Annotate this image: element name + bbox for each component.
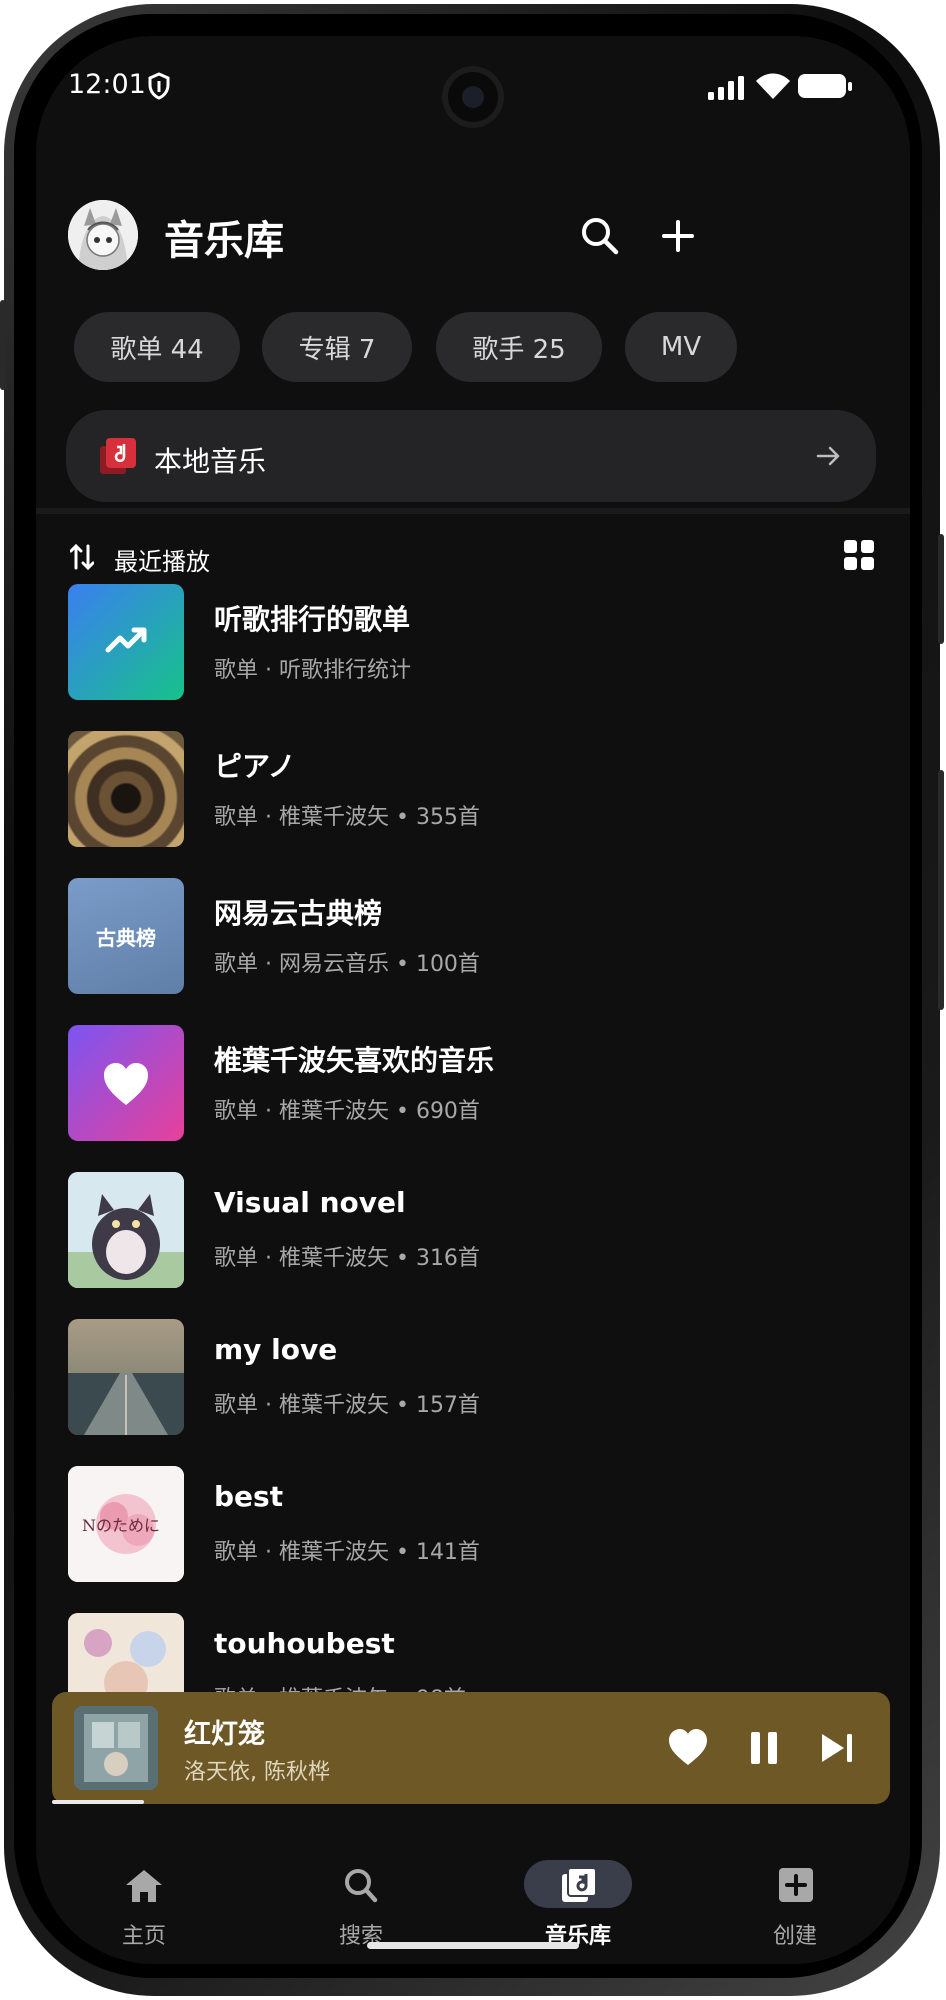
playlist-title: 网易云古典榜 (214, 897, 383, 930)
playlist-title: ピアノ (214, 750, 296, 783)
status-bar: 12:01 (36, 36, 910, 156)
list-item[interactable]: 古典榜 网易云古典榜 歌单 · 网易云音乐 • 100首 (36, 878, 910, 1025)
nav-label: 主页 (121, 1924, 166, 1949)
classic-chart-cover: 古典榜 (68, 878, 184, 994)
wifi-icon (756, 73, 790, 99)
user-avatar[interactable] (68, 200, 138, 270)
library-music-icon (562, 1867, 597, 1902)
local-music-icon (100, 438, 136, 474)
pause-icon[interactable] (742, 1726, 786, 1770)
playlist-subtitle: 歌单 · 网易云音乐 • 100首 (214, 952, 480, 977)
signal-icon (708, 76, 744, 100)
flower-art: Nのために (68, 1466, 184, 1582)
home-indicator[interactable] (367, 1942, 579, 1949)
search-icon[interactable] (576, 212, 624, 260)
playlist-subtitle: 歌单 · 椎葉千波矢 • 141首 (214, 1540, 480, 1565)
sort-icon[interactable] (70, 542, 94, 572)
page-header: 音乐库 (36, 166, 910, 270)
road-image (68, 1319, 184, 1435)
local-music-row[interactable]: 本地音乐 (66, 410, 876, 502)
chip-playlists[interactable]: 歌单 44 (74, 312, 240, 382)
playback-progress (52, 1800, 144, 1804)
list-item[interactable]: 椎葉千波矢喜欢的音乐 歌单 · 椎葉千波矢 • 690首 (36, 1025, 910, 1172)
playlist-title: best (214, 1480, 284, 1513)
trending-up-icon (105, 627, 147, 653)
chip-label: 歌单 44 (110, 334, 204, 365)
add-icon[interactable] (654, 212, 702, 260)
library-photo (68, 731, 184, 847)
playlist-subtitle: 歌单 · 椎葉千波矢 • 355首 (214, 805, 480, 830)
now-playing-artist: 洛天依, 陈秋桦 (184, 1760, 330, 1785)
playlist-title: 椎葉千波矢喜欢的音乐 (214, 1044, 495, 1077)
arrow-right-icon (816, 446, 840, 466)
app-screen: 12:01 音乐库 歌单 44 专辑 7 歌手 25 MV 本地音乐 最近播放 … (36, 36, 910, 1964)
shield-icon (148, 72, 170, 100)
chip-label: 歌手 25 (472, 334, 566, 365)
list-item[interactable]: Nのために best 歌单 · 椎葉千波矢 • 141首 (36, 1466, 910, 1613)
chip-label: 专辑 7 (298, 334, 376, 365)
cat-art (68, 1172, 184, 1288)
grid-view-icon[interactable] (844, 540, 874, 570)
home-icon (126, 1870, 162, 1902)
battery-icon (798, 74, 852, 98)
list-item[interactable]: ピアノ 歌单 · 椎葉千波矢 • 355首 (36, 731, 910, 878)
ranking-chart-icon (68, 584, 184, 700)
playlist-subtitle: 歌单 · 椎葉千波矢 • 316首 (214, 1246, 480, 1271)
heart-icon (104, 1063, 148, 1105)
nav-create[interactable]: 创建 (715, 1818, 875, 1949)
like-heart-icon[interactable] (666, 1726, 710, 1770)
skip-next-icon[interactable] (816, 1726, 860, 1770)
chip-artists[interactable]: 歌手 25 (436, 312, 602, 382)
status-time: 12:01 (68, 69, 146, 100)
search-icon (345, 1869, 378, 1903)
section-divider (36, 508, 910, 514)
cat-illustration (68, 1172, 184, 1288)
playlist-subtitle: 歌单 · 椎葉千波矢 • 157首 (214, 1393, 480, 1418)
playlist-title: touhoubest (214, 1627, 395, 1660)
nav-home[interactable]: 主页 (64, 1818, 224, 1949)
side-button-left (0, 300, 6, 390)
nav-search[interactable]: 搜索 (281, 1818, 441, 1949)
chip-label: MV (660, 332, 702, 362)
playlist-subtitle: 歌单 · 听歌排行统计 (214, 658, 411, 683)
chip-albums[interactable]: 专辑 7 (262, 312, 412, 382)
road-photo (68, 1319, 184, 1435)
liked-music-cover (68, 1025, 184, 1141)
playlist-title: 听歌排行的歌单 (214, 603, 411, 636)
avatar-image (68, 200, 138, 270)
cover-image (74, 1706, 158, 1790)
page-title: 音乐库 (164, 218, 284, 264)
cover-text: Nのために (82, 1516, 161, 1535)
side-button-upper (938, 534, 944, 644)
cover-text: 古典榜 (96, 925, 156, 950)
nav-library[interactable]: 音乐库 (498, 1818, 658, 1949)
playlist-subtitle: 歌单 · 椎葉千波矢 • 690首 (214, 1099, 480, 1124)
chip-mv[interactable]: MV (625, 312, 737, 382)
now-playing-title: 红灯笼 (184, 1719, 265, 1750)
sort-label[interactable]: 最近播放 (114, 542, 210, 577)
list-item[interactable]: Visual novel 歌单 · 椎葉千波矢 • 316首 (36, 1172, 910, 1319)
sort-bar: 最近播放 (36, 536, 910, 580)
front-camera (442, 66, 504, 128)
local-music-label: 本地音乐 (154, 445, 267, 478)
nav-label: 创建 (772, 1924, 817, 1949)
now-playing-bar[interactable]: 红灯笼 洛天依, 陈秋桦 (52, 1692, 890, 1804)
list-item[interactable]: my love 歌单 · 椎葉千波矢 • 157首 (36, 1319, 910, 1466)
add-box-icon (779, 1868, 813, 1902)
list-item[interactable]: 听歌排行的歌单 歌单 · 听歌排行统计 (36, 584, 910, 731)
playlist-title: my love (214, 1333, 338, 1366)
side-button-lower (938, 770, 944, 1010)
now-playing-cover (74, 1706, 158, 1790)
playlist-title: Visual novel (214, 1186, 406, 1219)
